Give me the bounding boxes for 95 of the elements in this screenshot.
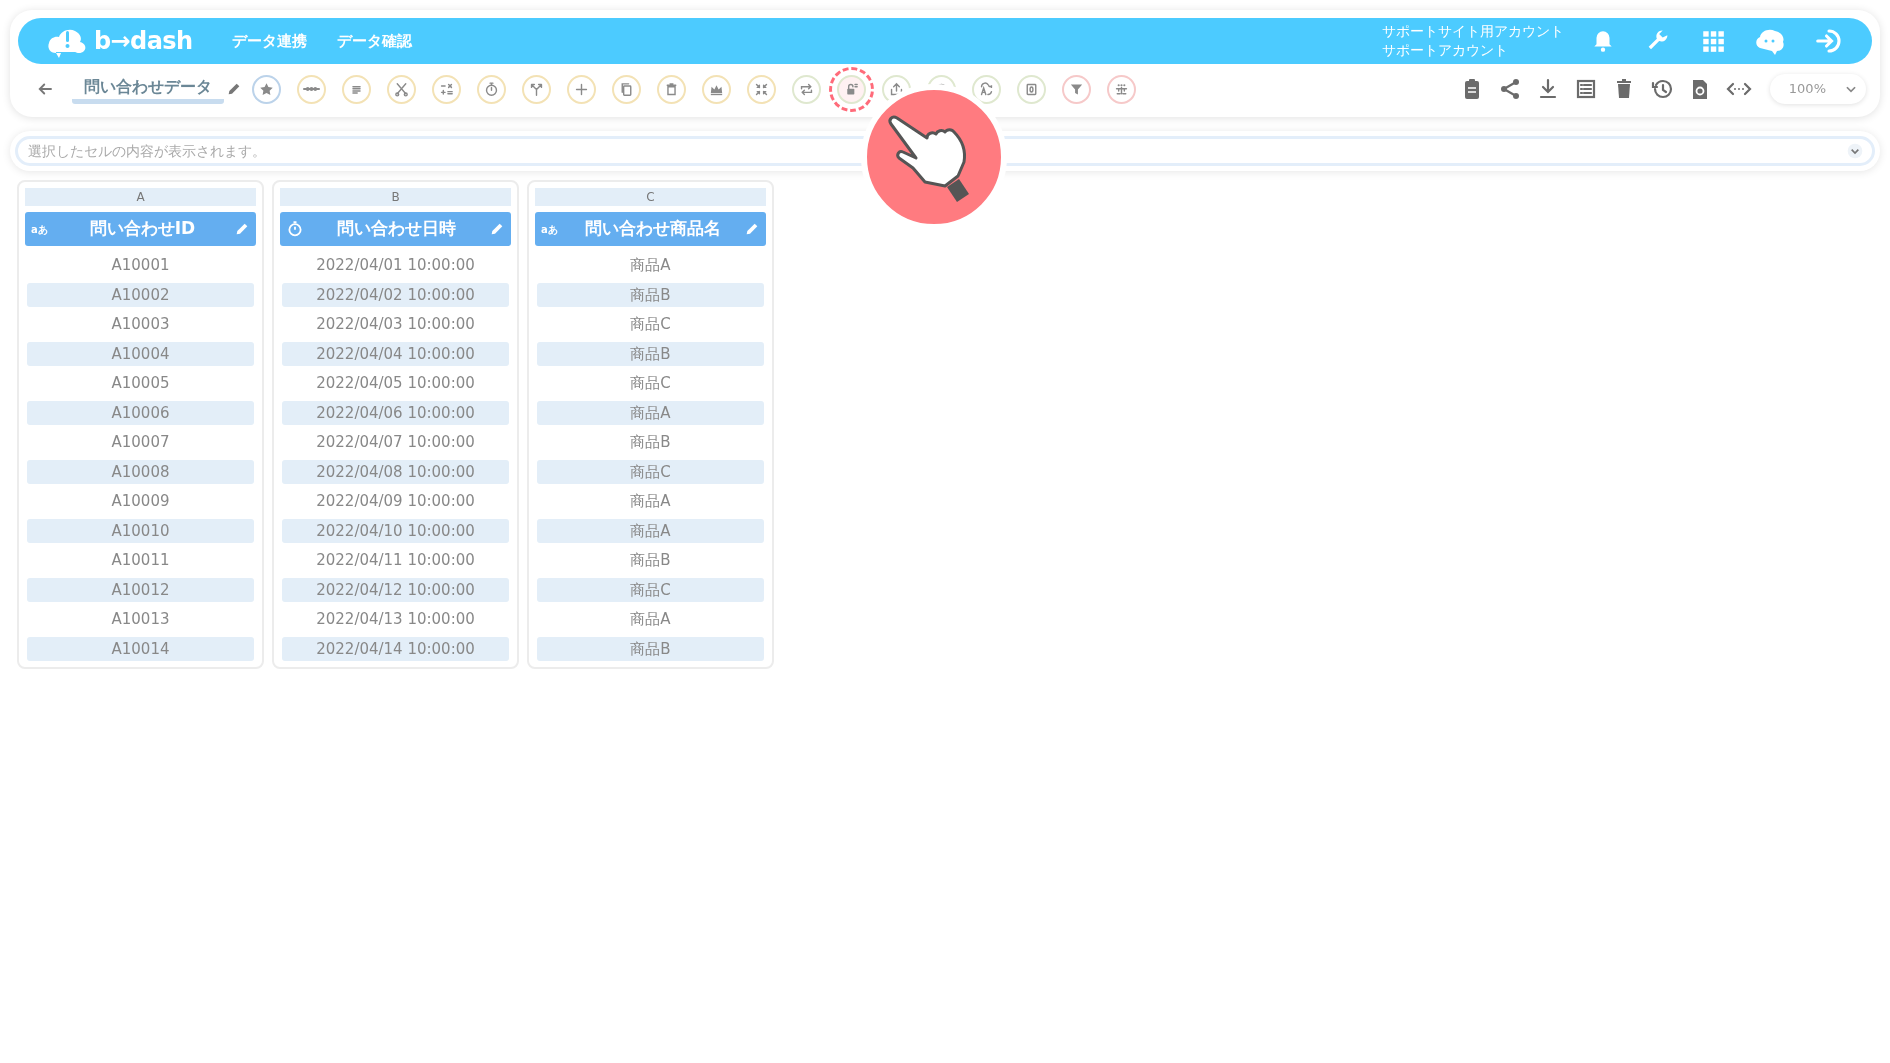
type-label: aあ [31, 222, 49, 237]
table-cell[interactable]: 2022/04/14 10:00:00 [282, 636, 509, 661]
trash-tool-button[interactable] [657, 74, 686, 104]
table-cell[interactable]: 2022/04/02 10:00:00 [282, 282, 509, 307]
table-cell[interactable]: 2022/04/10 10:00:00 [282, 518, 509, 543]
table-cell[interactable]: 2022/04/04 10:00:00 [282, 341, 509, 366]
table-cell[interactable]: 2022/04/12 10:00:00 [282, 577, 509, 602]
group-tool-button[interactable] [1107, 74, 1136, 104]
table-cell[interactable]: 商品B [537, 282, 764, 307]
scissors-tool-button[interactable] [387, 74, 416, 104]
column-name: 問い合わせ日時 [336, 217, 457, 241]
plus-tool-button[interactable] [567, 74, 596, 104]
chevron-down-icon[interactable] [1847, 143, 1863, 159]
table-cell[interactable]: A10006 [27, 400, 254, 425]
table-cell[interactable]: A10009 [27, 489, 254, 514]
zero-box-tool-button[interactable] [1017, 74, 1046, 104]
table-cell[interactable]: 2022/04/11 10:00:00 [282, 548, 509, 573]
table-cell[interactable]: 商品A [537, 518, 764, 543]
edit-pencil-icon[interactable] [744, 221, 760, 237]
table-cell[interactable]: 2022/04/06 10:00:00 [282, 400, 509, 425]
table-cell[interactable]: 2022/04/09 10:00:00 [282, 489, 509, 514]
stopwatch-icon [286, 220, 304, 238]
table-title: 問い合わせデータ [72, 74, 224, 104]
table-cell[interactable]: 商品C [537, 577, 764, 602]
compress-tool-button[interactable] [747, 74, 776, 104]
logout-arrow-icon[interactable] [1814, 26, 1844, 56]
table-cell[interactable]: 商品B [537, 341, 764, 366]
history-icon[interactable] [1650, 77, 1674, 101]
lines-tool-button[interactable] [342, 74, 371, 104]
nav-link[interactable]: データ確認 [337, 29, 413, 53]
edit-pencil-icon[interactable] [489, 221, 505, 237]
table-cell[interactable]: 商品B [537, 636, 764, 661]
table-cell[interactable]: A10003 [27, 312, 254, 337]
column-letter[interactable]: A [25, 188, 256, 206]
list-view-icon[interactable] [1574, 77, 1598, 101]
scissors-icon [393, 80, 410, 98]
column-letter[interactable]: C [535, 188, 766, 206]
column-header[interactable]: aあ 問い合わせ商品名 [535, 212, 766, 246]
dots-line-icon [303, 86, 320, 92]
star-tool-button[interactable] [252, 74, 281, 104]
column-header[interactable]: aあ 問い合わせID [25, 212, 256, 246]
table-cell[interactable]: A10010 [27, 518, 254, 543]
cell-content-field[interactable]: 選択したセルの内容が表示されます。 [15, 136, 1875, 166]
table-cell[interactable]: A10002 [27, 282, 254, 307]
apps-grid-icon[interactable] [1700, 28, 1726, 54]
case-convert-icon [978, 80, 995, 98]
column-name: 問い合わせ商品名 [583, 217, 722, 241]
table-cell[interactable]: A10001 [27, 253, 254, 278]
column-header[interactable]: 問い合わせ日時 [280, 212, 511, 246]
export-icon [888, 80, 905, 98]
table-cell[interactable]: 商品A [537, 489, 764, 514]
edit-pencil-icon[interactable] [226, 81, 242, 97]
table-cell[interactable]: 商品A [537, 253, 764, 278]
case-convert-tool-button[interactable] [972, 74, 1001, 104]
table-cell[interactable]: A10014 [27, 636, 254, 661]
table-cell[interactable]: A10007 [27, 430, 254, 455]
table-cell[interactable]: A10012 [27, 577, 254, 602]
table-cell[interactable]: 商品C [537, 371, 764, 396]
table-cell[interactable]: A10005 [27, 371, 254, 396]
table-cell[interactable]: A10004 [27, 341, 254, 366]
column-letter[interactable]: B [280, 188, 511, 206]
type-label: aあ [541, 222, 559, 237]
table-cell[interactable]: 2022/04/05 10:00:00 [282, 371, 509, 396]
table-cell[interactable]: 2022/04/08 10:00:00 [282, 459, 509, 484]
table-cell[interactable]: 2022/04/07 10:00:00 [282, 430, 509, 455]
dots-line-tool-button[interactable] [297, 74, 326, 104]
table-cell[interactable]: A10013 [27, 607, 254, 632]
table-cell[interactable]: A10008 [27, 459, 254, 484]
lock-tool-button[interactable] [837, 74, 866, 104]
copy-tool-button[interactable] [612, 74, 641, 104]
table-cell[interactable]: 商品A [537, 607, 764, 632]
share-icon[interactable] [1498, 77, 1522, 101]
table-cell[interactable]: 2022/04/03 10:00:00 [282, 312, 509, 337]
table-cell[interactable]: 商品B [537, 430, 764, 455]
table-cell[interactable]: 商品A [537, 400, 764, 425]
table-cell[interactable]: 2022/04/13 10:00:00 [282, 607, 509, 632]
calculator-tool-button[interactable] [432, 74, 461, 104]
table-cell[interactable]: 2022/04/01 10:00:00 [282, 253, 509, 278]
table-cell[interactable]: A10011 [27, 548, 254, 573]
repeat-tool-button[interactable] [792, 74, 821, 104]
nav-link[interactable]: データ連携 [232, 29, 308, 53]
account-site-name: サポートサイト用アカウント [1382, 22, 1564, 41]
filter-tool-button[interactable] [1062, 74, 1091, 104]
table-cell[interactable]: 商品C [537, 312, 764, 337]
logo-text[interactable]: b→dash [94, 23, 193, 59]
crown-tool-button[interactable] [702, 74, 731, 104]
column-name: 問い合わせID [88, 217, 197, 241]
stopwatch-tool-button[interactable] [477, 74, 506, 104]
zoom-select[interactable]: 100% [1770, 74, 1866, 104]
table-cell[interactable]: 商品C [537, 459, 764, 484]
branch-tool-button[interactable] [522, 74, 551, 104]
account-user-name: サポートアカウント [1382, 41, 1509, 60]
edit-pencil-icon[interactable] [234, 221, 250, 237]
table-cell[interactable]: 商品B [537, 548, 764, 573]
stopwatch-icon [483, 80, 500, 98]
